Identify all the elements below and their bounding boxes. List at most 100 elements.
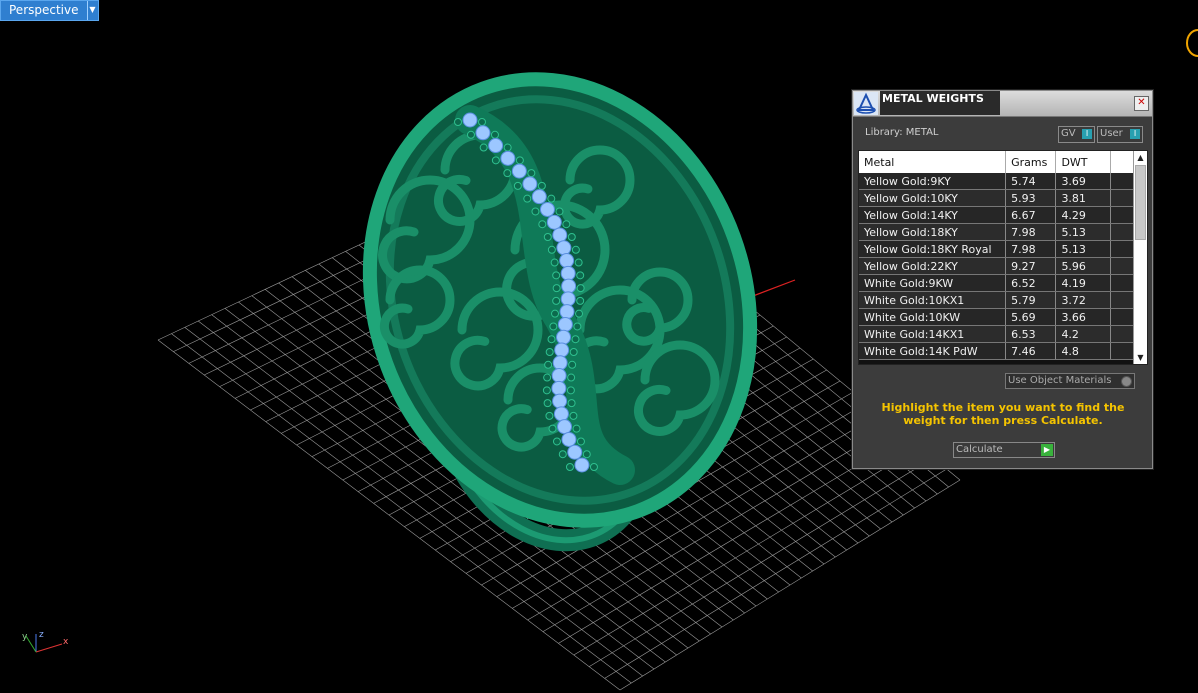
- gemstone: [511, 163, 527, 179]
- ring-model: [362, 72, 758, 552]
- axis-gizmo-icon: y z x: [22, 630, 69, 653]
- table-row[interactable]: Yellow Gold:18KY Royal 7.98 5.13: [859, 240, 1134, 258]
- cell-metal: White Gold:9KW: [859, 274, 1007, 292]
- table-row[interactable]: White Gold:14K PdW 7.46 4.8: [859, 342, 1134, 360]
- prong-bead: [547, 245, 556, 254]
- prong-bead: [545, 348, 554, 356]
- use-object-materials-toggle[interactable]: Use Object Materials: [1005, 373, 1135, 389]
- cell-dwt: 5.13: [1055, 240, 1112, 258]
- prong-bead: [576, 271, 585, 280]
- prong-bead: [576, 284, 585, 293]
- gemstone: [531, 189, 547, 205]
- prong-bead: [551, 309, 560, 318]
- prong-bead: [555, 207, 564, 216]
- cell-dwt: 4.2: [1055, 325, 1112, 343]
- table-row[interactable]: White Gold:10KW 5.69 3.66: [859, 308, 1134, 326]
- table-row[interactable]: White Gold:10KX1 5.79 3.72: [859, 291, 1134, 309]
- cell-metal: White Gold:10KW: [859, 308, 1007, 326]
- prong-bead: [543, 233, 552, 241]
- gemstone: [500, 150, 516, 166]
- calculate-button[interactable]: Calculate ▶: [953, 442, 1055, 458]
- prong-bead: [544, 360, 553, 369]
- prong-bead: [567, 233, 576, 241]
- prong-bead: [542, 386, 551, 395]
- prong-bead: [576, 437, 585, 446]
- cell-metal: White Gold:14KX1: [859, 325, 1007, 343]
- prong-bead: [478, 118, 486, 126]
- cell-grams: 5.93: [1005, 189, 1057, 207]
- cell-spacer: [1110, 189, 1134, 207]
- gemstone: [539, 201, 555, 217]
- prong-bead: [545, 411, 554, 420]
- cell-spacer: [1110, 291, 1134, 309]
- prong-bead: [558, 450, 567, 459]
- prong-bead: [571, 245, 580, 254]
- table-row[interactable]: White Gold:14KX1 6.53 4.2: [859, 325, 1134, 343]
- cell-metal: Yellow Gold:18KY: [859, 223, 1007, 241]
- scroll-down-icon[interactable]: ▼: [1134, 351, 1147, 364]
- viewport-dropdown-arrow-icon[interactable]: ▼: [86, 1, 98, 20]
- prong-bead: [567, 373, 576, 382]
- gemstone: [559, 253, 575, 269]
- prong-bead: [543, 399, 552, 408]
- instruction-text: Highlight the item you want to find the …: [881, 401, 1125, 427]
- gemstone: [567, 444, 583, 460]
- gemstone: [552, 393, 568, 409]
- 3d-viewport[interactable]: Perspective ▼ y z x METAL WEIGHTS ✕ Libr…: [0, 0, 1198, 693]
- table-row[interactable]: Yellow Gold:10KY 5.93 3.81: [859, 189, 1134, 207]
- gemstone: [552, 355, 568, 371]
- prong-bead: [552, 284, 561, 293]
- toggle-indicator-icon: I: [1130, 129, 1140, 139]
- table-row[interactable]: White Gold:9KW 6.52 4.19: [859, 274, 1134, 292]
- cell-metal: Yellow Gold:10KY: [859, 189, 1007, 207]
- gv-toggle[interactable]: GV I: [1058, 126, 1095, 143]
- gemstone: [556, 329, 572, 345]
- table-row[interactable]: Yellow Gold:18KY 7.98 5.13: [859, 223, 1134, 241]
- cell-dwt: 5.13: [1055, 223, 1112, 241]
- cell-metal: White Gold:14K PdW: [859, 342, 1007, 360]
- column-header-grams[interactable]: Grams: [1005, 151, 1057, 173]
- prong-bead: [479, 143, 488, 152]
- prong-bead: [574, 258, 583, 267]
- panel-titlebar[interactable]: METAL WEIGHTS ✕: [853, 91, 1152, 117]
- prong-bead: [466, 130, 475, 139]
- prong-bead: [515, 156, 524, 165]
- prong-bead: [537, 181, 546, 190]
- gemstone: [546, 214, 562, 230]
- scroll-thumb[interactable]: [1135, 165, 1146, 240]
- prong-bead: [538, 220, 547, 229]
- scroll-up-icon[interactable]: ▲: [1134, 151, 1147, 164]
- prong-bead: [575, 309, 584, 318]
- cell-metal: White Gold:10KX1: [859, 291, 1007, 309]
- table-header-row: Metal Grams DWT: [859, 151, 1134, 173]
- prong-bead: [552, 437, 561, 446]
- cell-grams: 6.52: [1005, 274, 1057, 292]
- viewport-view-name[interactable]: Perspective: [1, 1, 87, 20]
- table-scrollbar[interactable]: ▲ ▼: [1133, 151, 1147, 364]
- close-icon[interactable]: ✕: [1134, 96, 1149, 111]
- gemstone: [553, 406, 569, 422]
- viewport-label-menu[interactable]: Perspective ▼: [0, 0, 99, 21]
- cell-grams: 5.79: [1005, 291, 1057, 309]
- column-header-dwt[interactable]: DWT: [1055, 151, 1112, 173]
- cell-dwt: 3.81: [1055, 189, 1112, 207]
- cell-spacer: [1110, 308, 1134, 326]
- user-toggle[interactable]: User I: [1097, 126, 1143, 143]
- cell-grams: 6.67: [1005, 206, 1057, 224]
- table-row[interactable]: Yellow Gold:14KY 6.67 4.29: [859, 206, 1134, 224]
- table-row[interactable]: Yellow Gold:22KY 9.27 5.96: [859, 257, 1134, 275]
- library-label: Library: METAL: [865, 127, 939, 138]
- axis-z-label: z: [39, 630, 44, 640]
- metal-table[interactable]: Metal Grams DWT Yellow Gold:9KY 5.74 3.69 Y…: [858, 150, 1148, 365]
- cell-dwt: 4.29: [1055, 206, 1112, 224]
- gemstone: [462, 112, 478, 128]
- view-orientation-icon[interactable]: [1184, 25, 1198, 61]
- prong-bead: [565, 463, 574, 471]
- app-logo-icon: [854, 92, 878, 115]
- table-row[interactable]: Yellow Gold:9KY 5.74 3.69: [859, 173, 1134, 190]
- gemstone: [522, 176, 538, 192]
- play-arrow-icon: ▶: [1041, 444, 1053, 456]
- prong-bead: [527, 169, 536, 178]
- use-object-materials-label: Use Object Materials: [1008, 375, 1112, 386]
- column-header-metal[interactable]: Metal: [859, 151, 1007, 173]
